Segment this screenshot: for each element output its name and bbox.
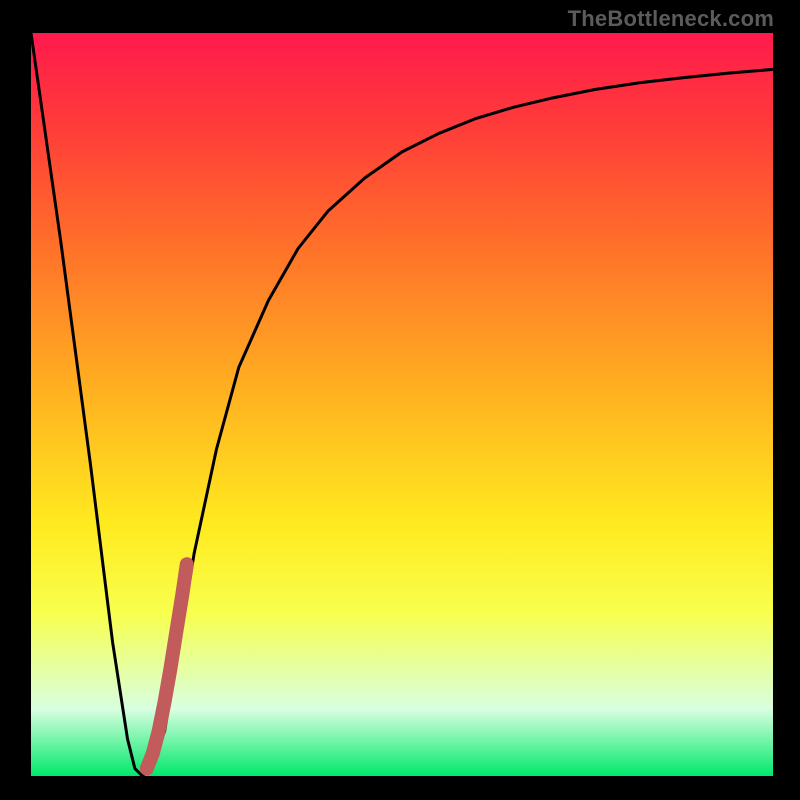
bottleneck-curve-line — [31, 33, 773, 776]
watermark-text: TheBottleneck.com — [568, 6, 774, 32]
highlight-segment-line — [147, 564, 187, 768]
chart-frame: TheBottleneck.com — [0, 0, 800, 800]
chart-overlay-svg — [31, 33, 773, 776]
